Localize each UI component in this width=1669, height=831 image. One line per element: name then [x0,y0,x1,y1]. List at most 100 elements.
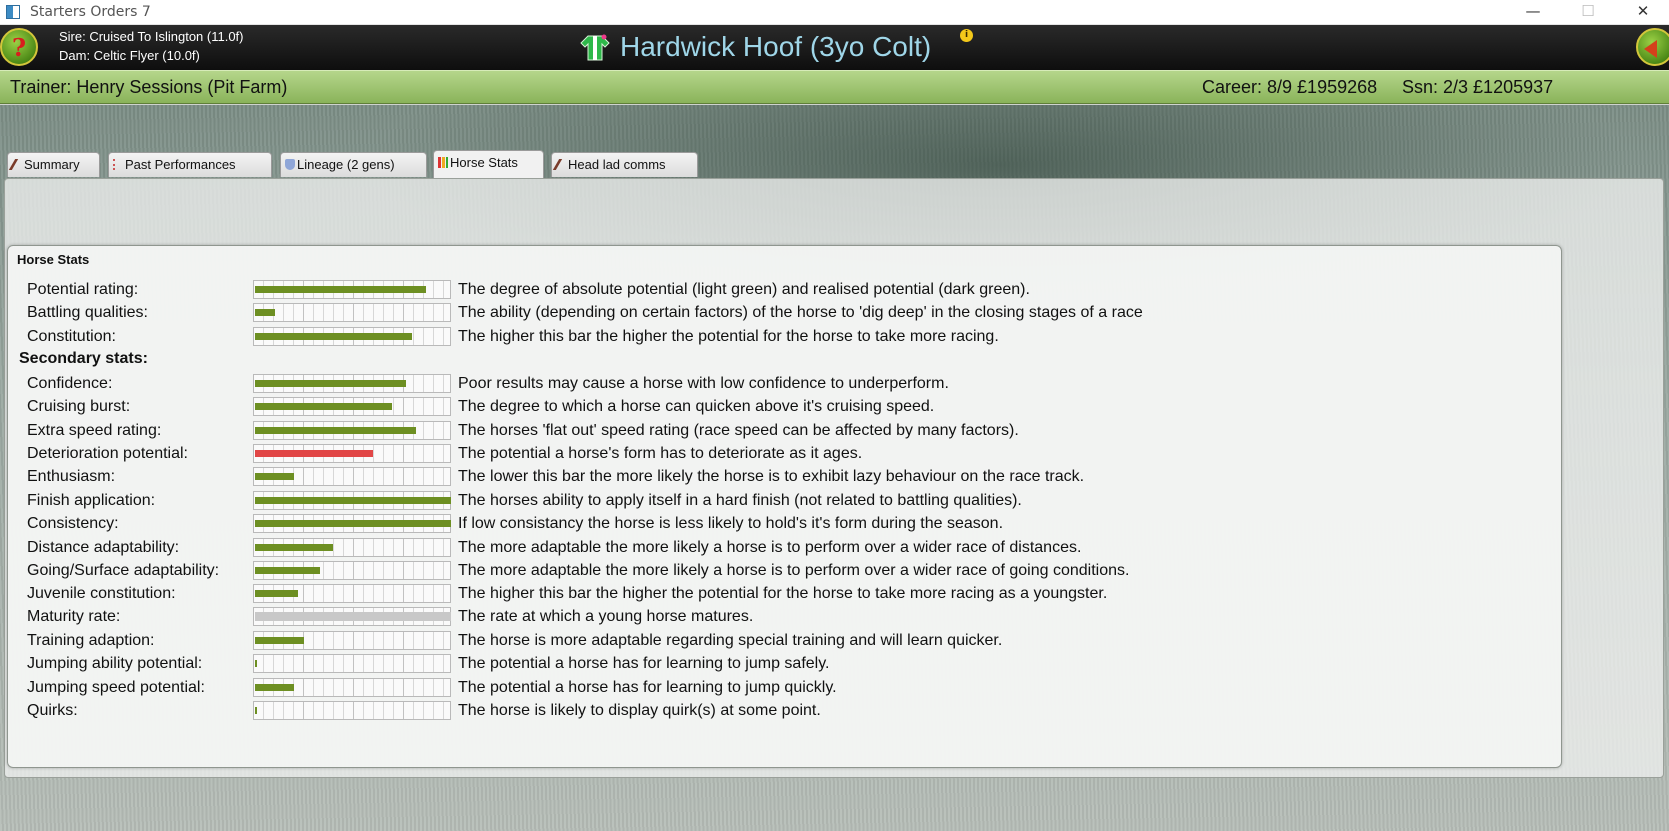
horse-title: Hardwick Hoof (3yo Colt) [580,28,931,66]
maximize-button[interactable]: ☐ [1565,0,1611,25]
stat-label: Jumping speed potential: [27,679,205,696]
tab-summary[interactable]: Summary [7,152,100,177]
stat-row: Finish application: The horses ability to… [0,490,1560,512]
stat-bar [253,538,451,557]
stat-row: Extra speed rating: The horses 'flat out'… [0,420,1560,442]
stat-bar [253,654,451,673]
stat-bar-fill [255,544,333,551]
stat-description: The horse is more adaptable regarding sp… [458,632,1003,649]
stat-row: Confidence: Poor results may cause a hors… [0,373,1560,395]
stat-bar-fill [255,520,451,527]
tab-label: Head lad comms [568,157,666,172]
stat-label: Battling qualities: [27,304,148,321]
tab-lineage[interactable]: Lineage (2 gens) [280,152,427,177]
question-icon: ? [11,33,27,62]
stat-row: Jumping speed potential: The potential a … [0,677,1560,699]
season-record: Ssn: 2/3 £1205937 [1402,77,1554,97]
pin-icon [552,159,570,170]
stat-description: The degree of absolute potential (light … [458,281,1030,298]
stat-row: Training adaption: The horse is more adap… [0,630,1560,652]
stat-row: Distance adaptability: The more adaptable… [0,537,1560,559]
stat-label: Quirks: [27,702,78,719]
stat-label: Extra speed rating: [27,422,162,439]
stat-description: The potential a horse has for learning t… [458,655,830,672]
stat-description: The degree to which a horse can quicken … [458,398,935,415]
minimize-button[interactable]: — [1510,0,1556,25]
tab-label: Summary [24,157,80,172]
list-icon [113,159,123,170]
stat-row: Maturity rate: The rate at which a young … [0,606,1560,628]
stat-description: The horse is likely to display quirk(s) … [458,702,821,719]
app-icon [6,5,20,19]
window-title-bar: Starters Orders 7 — ☐ ✕ [0,0,1669,25]
stat-row: Enthusiasm: The lower this bar the more l… [0,466,1560,488]
stat-description: The higher this bar the higher the poten… [458,585,1108,602]
stat-label: Maturity rate: [27,608,121,625]
stat-description: The potential a horse's form has to dete… [458,445,863,462]
stat-label: Training adaption: [27,632,155,649]
stat-bar-fill [255,286,426,293]
stat-bar [253,631,451,650]
stat-bar-fill [255,380,406,387]
stat-bar [253,444,451,463]
stat-bar [253,607,451,626]
stat-row: Consistency: If low consistancy the horse… [0,513,1560,535]
secondary-stats-heading: Secondary stats: [19,350,148,367]
stat-row: Constitution: The higher this bar the hig… [0,326,1560,348]
stat-bar-fill [255,707,257,714]
stat-bar-fill [255,637,304,644]
stat-bar-fill [255,450,373,457]
shield-icon [285,159,295,170]
stat-label: Juvenile constitution: [27,585,176,602]
stat-bar-fill [255,567,320,574]
stat-row: Quirks: The horse is likely to display qu… [0,700,1560,722]
stat-description: The higher this bar the higher the poten… [458,328,999,345]
tab-horse-stats[interactable]: Horse Stats [433,150,544,179]
horse-header: ? Sire: Cruised To Islington (11.0f) Dam… [0,25,1669,70]
stat-description: The more adaptable the more likely a hor… [458,562,1130,579]
stat-label: Deterioration potential: [27,445,188,462]
tab-label: Horse Stats [450,155,518,170]
stat-bar-fill [255,684,294,691]
trainer-text: Trainer: Henry Sessions (Pit Farm) [10,77,288,97]
stat-description: The rate at which a young horse matures. [458,608,754,625]
pin-icon [8,159,26,170]
stat-bar [253,561,451,580]
back-arrow-icon [1644,40,1657,58]
stat-bar-fill [255,590,298,597]
stat-bar [253,374,451,393]
stat-label: Distance adaptability: [27,539,180,556]
stat-bar-fill [255,660,257,667]
stat-bar-fill [255,333,412,340]
back-button[interactable] [1636,28,1669,66]
stat-row: Potential rating: The degree of absolute … [0,279,1560,301]
stat-bar [253,514,451,533]
tab-past-performances[interactable]: Past Performances [108,152,272,177]
stat-bar [253,327,451,346]
info-badge-icon[interactable]: i [960,29,973,42]
stat-row: Juvenile constitution: The higher this ba… [0,583,1560,605]
stat-label: Going/Surface adaptability: [27,562,220,579]
stat-description: The horses 'flat out' speed rating (race… [458,422,1019,439]
stat-bar-fill [255,612,451,621]
stat-bar-fill [255,403,392,410]
parentage: Sire: Cruised To Islington (11.0f) Dam: … [59,27,244,65]
stat-bar-fill [255,309,275,316]
stat-row: Deterioration potential: The potential a … [0,443,1560,465]
horse-name: Hardwick Hoof (3yo Colt) [620,31,932,62]
tab-head-lad-comms[interactable]: Head lad comms [551,152,698,177]
stat-description: The ability (depending on certain factor… [458,304,1143,321]
stat-bar [253,467,451,486]
stat-row: Battling qualities: The ability (dependin… [0,302,1560,324]
close-button[interactable]: ✕ [1620,0,1666,25]
stat-row: Cruising burst: The degree to which a hor… [0,396,1560,418]
window-title: Starters Orders 7 [30,4,151,20]
stat-bar-fill [255,497,451,504]
stat-bar [253,584,451,603]
stat-description: Poor results may cause a horse with low … [458,375,949,392]
stat-bar [253,678,451,697]
stat-description: If low consistancy the horse is less lik… [458,515,1004,532]
stat-label: Potential rating: [27,281,139,298]
help-button[interactable]: ? [0,28,38,66]
dam-text: Dam: Celtic Flyer (10.0f) [59,48,200,63]
